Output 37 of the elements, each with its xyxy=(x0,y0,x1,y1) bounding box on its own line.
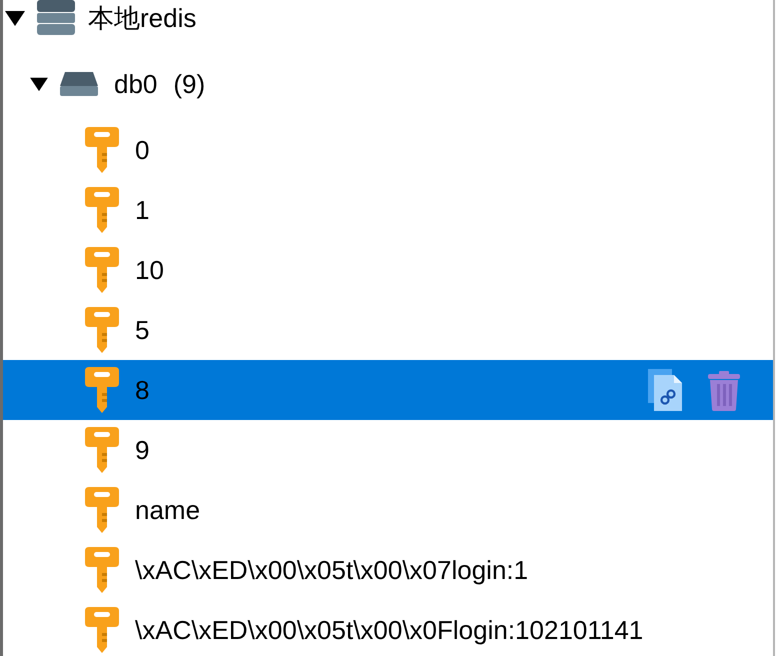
key-item[interactable]: \xAC\xED\x00\x05t\x00\x07login:1 xyxy=(3,540,773,600)
key-name: 10 xyxy=(135,254,164,286)
expand-arrow-icon[interactable] xyxy=(30,76,48,92)
copy-link-icon[interactable] xyxy=(648,369,684,411)
key-icon xyxy=(85,307,119,353)
key-item[interactable]: 0 xyxy=(3,120,773,180)
key-icon xyxy=(85,427,119,473)
key-item[interactable]: 1 xyxy=(3,180,773,240)
key-name: 9 xyxy=(135,434,150,466)
key-name: 8 xyxy=(135,374,150,406)
key-icon xyxy=(85,127,119,173)
key-icon xyxy=(85,247,119,293)
key-item[interactable]: \xAC\xED\x00\x05t\x00\x0Flogin:102101141 xyxy=(3,600,773,656)
key-name: 1 xyxy=(135,194,150,226)
database-node[interactable]: db0 (9) xyxy=(3,60,773,108)
key-name: \xAC\xED\x00\x05t\x00\x07login:1 xyxy=(135,554,528,586)
server-stack-icon xyxy=(37,0,75,36)
key-item[interactable]: 9 xyxy=(3,420,773,480)
expand-arrow-icon[interactable] xyxy=(5,9,25,27)
key-name: 0 xyxy=(135,134,150,166)
key-item[interactable]: 8 xyxy=(3,360,773,420)
key-icon xyxy=(85,487,119,533)
database-name: db0 xyxy=(114,68,158,100)
key-item[interactable]: 10 xyxy=(3,240,773,300)
key-item[interactable]: 5 xyxy=(3,300,773,360)
key-icon xyxy=(85,367,119,413)
key-item[interactable]: name xyxy=(3,480,773,540)
key-name: 5 xyxy=(135,314,150,346)
key-icon xyxy=(85,547,119,593)
server-name: 本地redis xyxy=(88,2,196,34)
server-node[interactable]: 本地redis xyxy=(3,0,773,36)
key-count: (9) xyxy=(173,68,206,100)
database-icon xyxy=(60,72,98,96)
key-icon xyxy=(85,607,119,653)
key-name: \xAC\xED\x00\x05t\x00\x0Flogin:102101141 xyxy=(135,614,644,646)
key-name: name xyxy=(135,494,200,526)
key-icon xyxy=(85,187,119,233)
